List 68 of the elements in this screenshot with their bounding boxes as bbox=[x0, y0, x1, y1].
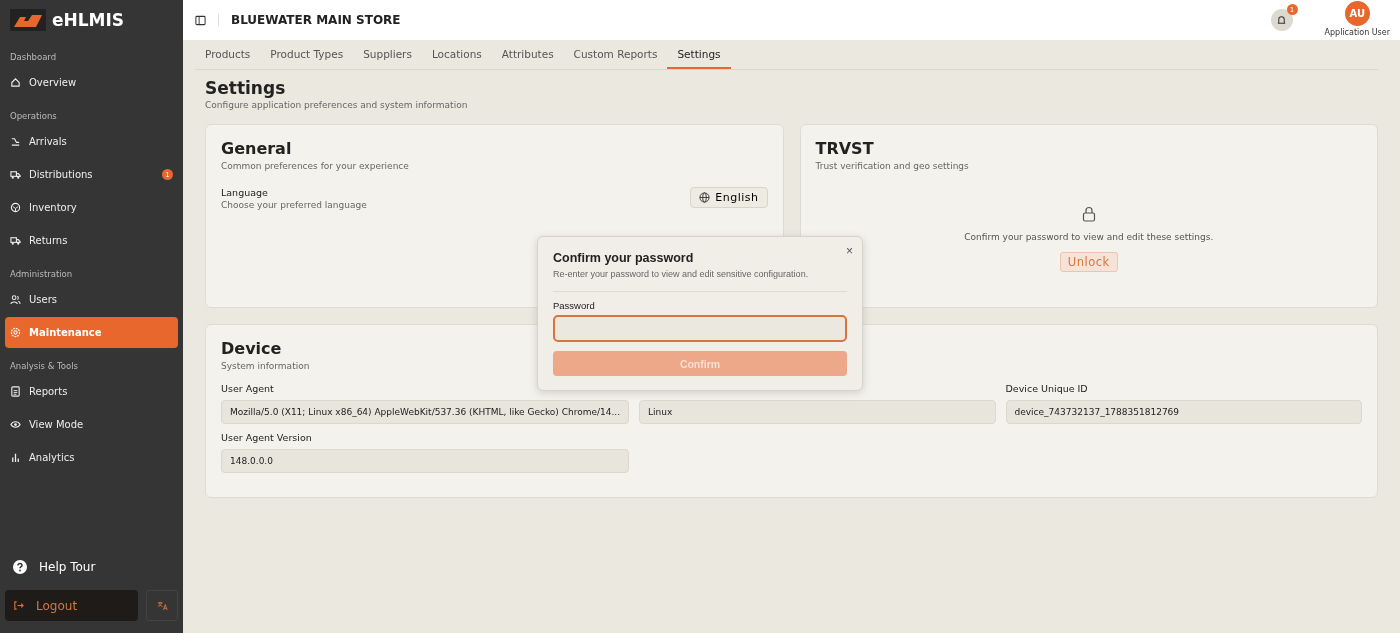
card-title: Device bbox=[221, 339, 283, 358]
lock-message: Confirm your password to view and edit these settings. bbox=[964, 232, 1214, 242]
help-tour-link[interactable]: Help Tour bbox=[5, 552, 178, 582]
lock-icon bbox=[1081, 206, 1096, 222]
cube-icon bbox=[10, 202, 21, 213]
tab[interactable]: Locations bbox=[421, 40, 492, 69]
logout-icon bbox=[13, 600, 24, 611]
sidebar-item[interactable]: Arrivals bbox=[5, 126, 178, 157]
section-heading: Dashboard bbox=[9, 51, 58, 64]
sidebar-item[interactable]: Users bbox=[5, 284, 178, 315]
field-label: User Agent Version bbox=[221, 432, 313, 444]
card-subtitle: Common preferences for your experience bbox=[221, 161, 409, 171]
language-select[interactable]: English bbox=[690, 187, 768, 208]
truck-icon bbox=[10, 169, 21, 180]
logout-button[interactable]: Logout bbox=[5, 590, 138, 621]
card-subtitle: System information bbox=[221, 361, 310, 371]
card-title: General bbox=[221, 139, 293, 158]
section-heading: Operations bbox=[9, 110, 58, 123]
store-name: BLUEWATER MAIN STORE bbox=[231, 13, 402, 27]
field-label: Device Unique ID bbox=[1005, 383, 1089, 395]
close-button[interactable]: × bbox=[846, 245, 853, 257]
dialog-title: Confirm your password bbox=[553, 251, 695, 265]
arrival-icon bbox=[10, 136, 21, 147]
section-heading: Administration bbox=[9, 268, 74, 281]
sidebar-toggle-icon bbox=[195, 14, 206, 26]
logo-icon bbox=[10, 9, 46, 31]
sidebar-item[interactable]: Overview bbox=[5, 67, 178, 98]
tab[interactable]: Products bbox=[195, 40, 261, 69]
globe-icon bbox=[699, 192, 711, 203]
dialog-description: Re-enter your password to view and edit sensitive configuration. bbox=[553, 269, 847, 292]
users-icon bbox=[10, 294, 21, 305]
language-button[interactable] bbox=[146, 590, 178, 621]
page-title: Settings bbox=[205, 78, 287, 98]
eye-icon bbox=[10, 419, 21, 430]
sidebar-item[interactable]: Inventory bbox=[5, 192, 178, 223]
read-only-field: Linux bbox=[639, 400, 996, 424]
read-only-field: device_743732137_1788351812769 bbox=[1005, 400, 1362, 424]
field-label: User Agent bbox=[221, 383, 275, 395]
sidebar-item[interactable]: Analytics bbox=[5, 442, 178, 473]
read-only-field: 148.0.0.0 bbox=[221, 449, 630, 473]
notification-button[interactable] bbox=[1270, 9, 1293, 31]
home-icon bbox=[10, 77, 21, 88]
document-icon bbox=[10, 386, 21, 397]
tab[interactable]: Suppliers bbox=[353, 40, 422, 69]
app-name: eHLMIS bbox=[52, 10, 125, 30]
bar-chart-icon bbox=[10, 452, 21, 463]
page-subtitle: Configure application preferences and system information bbox=[205, 100, 469, 110]
gear-icon bbox=[10, 327, 21, 338]
user-name: Application User bbox=[1324, 28, 1390, 37]
sidebar-item[interactable]: Reports bbox=[5, 376, 178, 407]
setting-label: Language bbox=[221, 187, 269, 198]
tab[interactable]: Settings bbox=[667, 40, 731, 69]
field-label: Password bbox=[553, 300, 596, 311]
help-icon bbox=[13, 560, 27, 574]
tab[interactable]: Custom Reports bbox=[563, 40, 668, 69]
sidebar-item[interactable]: Returns bbox=[5, 225, 178, 256]
setting-hint: Choose your preferred language bbox=[221, 200, 367, 210]
translate-icon bbox=[156, 600, 168, 611]
card-subtitle: Trust verification and geo settings bbox=[815, 161, 969, 171]
tab[interactable]: Product Types bbox=[260, 40, 354, 69]
bell-icon bbox=[1276, 14, 1287, 26]
truck-icon bbox=[10, 235, 21, 246]
section-heading: Analysis & Tools bbox=[9, 360, 79, 373]
read-only-field: Mozilla/5.0 (X11; Linux x86_64) AppleWebKit/537.36 (KHTML, like Gecko) Chrome/14... bbox=[221, 400, 630, 424]
tab[interactable]: Attributes bbox=[491, 40, 564, 69]
password-field[interactable] bbox=[553, 315, 847, 342]
card-title: TRVST bbox=[815, 139, 875, 158]
sidebar-item[interactable]: View Mode bbox=[5, 409, 178, 440]
